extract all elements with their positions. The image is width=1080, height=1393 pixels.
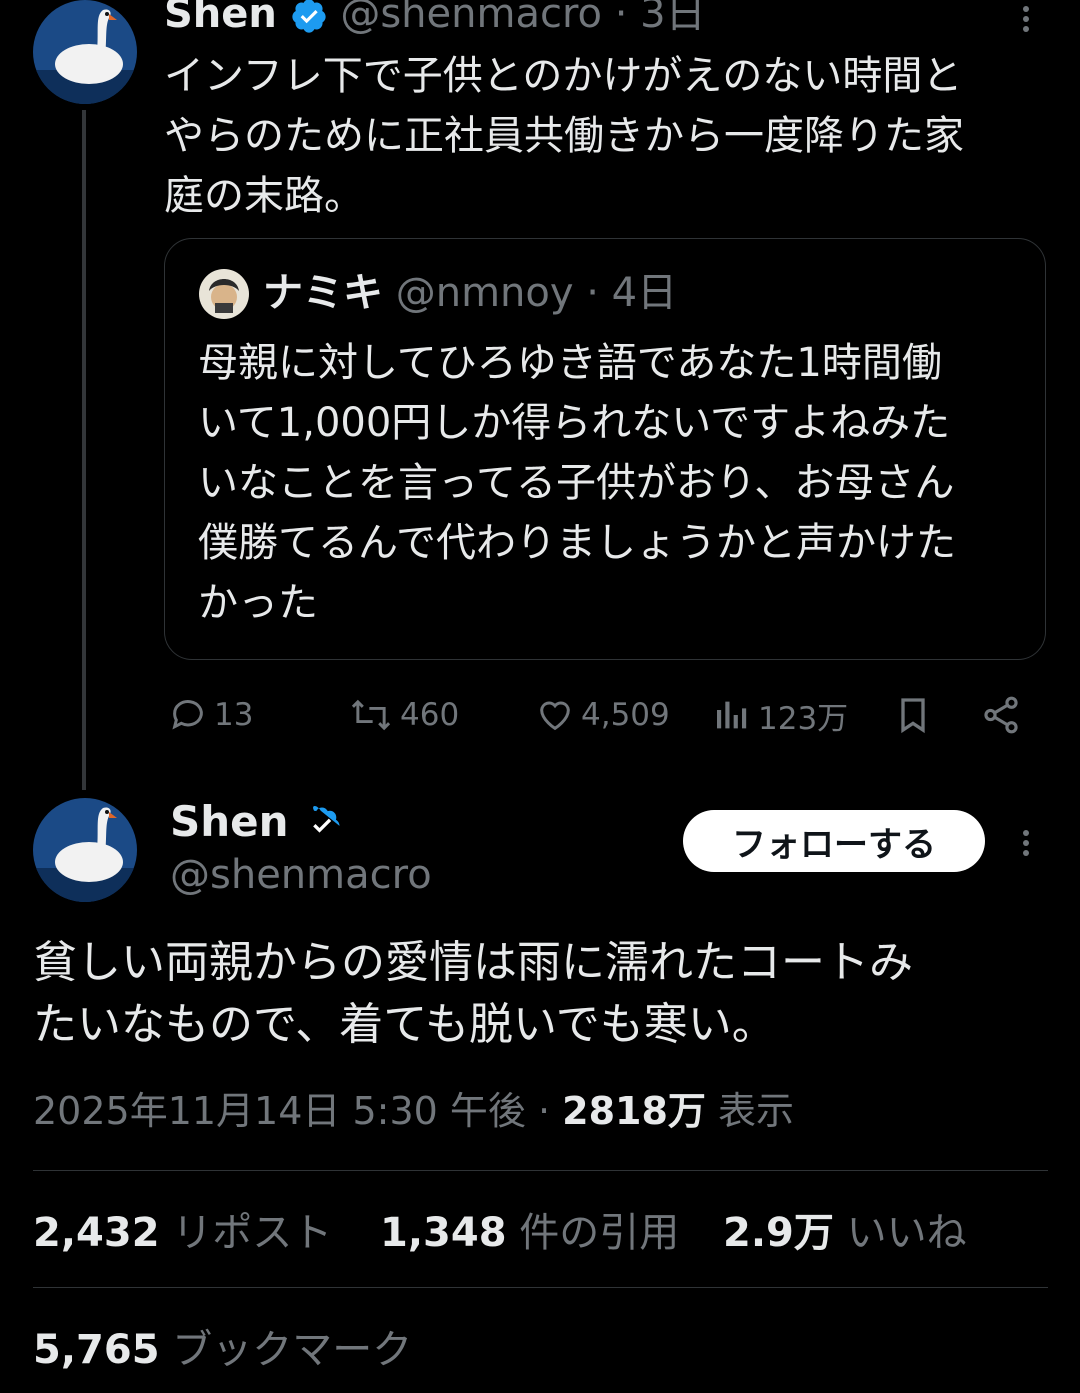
bookmarks-label: ブックマーク — [159, 1327, 413, 1373]
analytics-icon — [717, 701, 747, 729]
text-line: 僕勝てるんで代わりましょうかと声かけた — [198, 520, 956, 566]
like-count: 4,509 — [581, 697, 670, 733]
parent-avatar[interactable] — [33, 0, 137, 104]
view-label: 表示 — [705, 1089, 795, 1133]
quote-avatar — [199, 269, 249, 319]
timestamp-row: 2025年11月14日 5:30 午後 · 2818万 表示 — [33, 1084, 794, 1138]
timestamp[interactable]: 2025年11月14日 5:30 午後 · — [33, 1089, 562, 1133]
main-display-name[interactable]: Shen — [170, 797, 289, 846]
text-line: 貧しい両親からの愛情は雨に濡れたコートみ — [33, 937, 913, 988]
main-avatar[interactable] — [33, 798, 137, 902]
parent-display-name[interactable]: Shen — [164, 0, 277, 37]
likes-stat[interactable]: 2.9万 いいね — [723, 1205, 967, 1261]
likes-number: 2.9万 — [723, 1210, 834, 1256]
swan-avatar-image — [33, 0, 137, 104]
quote-text: 母親に対してひろゆき語であなた1時間働 いて1,000円しか得られないですよねみ… — [198, 333, 1028, 633]
bookmarks-number: 5,765 — [33, 1327, 160, 1373]
bookmarks-stat[interactable]: 5,765 ブックマーク — [33, 1322, 412, 1378]
parent-tweet-text: インフレ下で子供とのかけがえのない時間と やらのために正社員共働きから一度降りた… — [164, 46, 1044, 226]
text-line: かった — [198, 580, 318, 626]
text-line: 庭の末路。 — [164, 173, 364, 219]
quote-display-name: ナミキ — [263, 270, 383, 316]
views-button[interactable]: 123万 — [712, 690, 848, 740]
bookmark-icon — [901, 698, 925, 734]
text-line: 母親に対してひろゆき語であなた1時間働 — [198, 340, 942, 386]
reply-button[interactable]: 13 — [168, 690, 253, 740]
text-line: やらのために正社員共働きから一度降りた家 — [164, 113, 964, 159]
swan-avatar-image — [33, 798, 137, 902]
parent-tweet-header: Shen @shenmacro · 3日 — [164, 0, 706, 40]
quotes-label: 件の引用 — [506, 1210, 680, 1256]
main-tweet-text: 貧しい両親からの愛情は雨に濡れたコートみ たいなもので、着ても脱いでも寒い。 — [33, 932, 1048, 1056]
like-button[interactable]: 4,509 — [535, 690, 670, 740]
bookmark-button[interactable] — [893, 690, 939, 740]
quotes-number: 1,348 — [380, 1210, 507, 1256]
reposts-number: 2,432 — [33, 1210, 160, 1256]
quote-handle: @nmnoy — [395, 270, 574, 316]
text-line: たいなもので、着ても脱いでも寒い。 — [33, 999, 776, 1050]
parent-time[interactable]: · 3日 — [615, 0, 706, 37]
divider — [33, 1170, 1048, 1171]
reply-count: 13 — [214, 697, 254, 733]
main-handle[interactable]: @shenmacro — [170, 850, 432, 900]
verified-badge-icon — [312, 805, 340, 833]
quote-header: ナミキ @nmnoy · 4日 — [263, 267, 677, 319]
heart-icon — [540, 701, 570, 731]
view-count: 123万 — [758, 700, 849, 737]
text-line: インフレ下で子供とのかけがえのない時間と — [164, 53, 963, 99]
text-line: いなことを言ってる子供がおり、お母さん — [198, 460, 955, 506]
view-total: 2818万 — [562, 1089, 706, 1133]
thread-connector-line — [82, 110, 86, 790]
parent-handle[interactable]: @shenmacro — [340, 0, 602, 37]
parent-more-icon[interactable] — [1021, 2, 1031, 36]
reposts-stat[interactable]: 2,432 リポスト — [33, 1205, 332, 1261]
follow-button[interactable]: フォローする — [683, 810, 985, 872]
quote-time: · 4日 — [586, 270, 678, 316]
share-button[interactable] — [980, 690, 1028, 740]
main-name-row: Shen — [170, 796, 342, 848]
text-line: いて1,000円しか得られないですよねみた — [198, 400, 951, 446]
repost-count: 460 — [400, 697, 460, 733]
illustrated-avatar-image — [199, 269, 249, 319]
main-more-icon[interactable] — [1021, 826, 1031, 860]
quoted-tweet-card[interactable]: ナミキ @nmnoy · 4日 母親に対してひろゆき語であなた1時間働 いて1,… — [164, 238, 1046, 660]
reposts-label: リポスト — [159, 1210, 333, 1256]
repost-icon — [351, 699, 391, 731]
reply-icon — [172, 700, 203, 730]
share-icon — [984, 696, 1018, 734]
likes-label: いいね — [833, 1210, 967, 1256]
repost-button[interactable]: 460 — [348, 690, 459, 740]
verified-badge-icon — [291, 0, 326, 33]
quotes-stat[interactable]: 1,348 件の引用 — [380, 1205, 679, 1261]
divider — [33, 1287, 1048, 1288]
